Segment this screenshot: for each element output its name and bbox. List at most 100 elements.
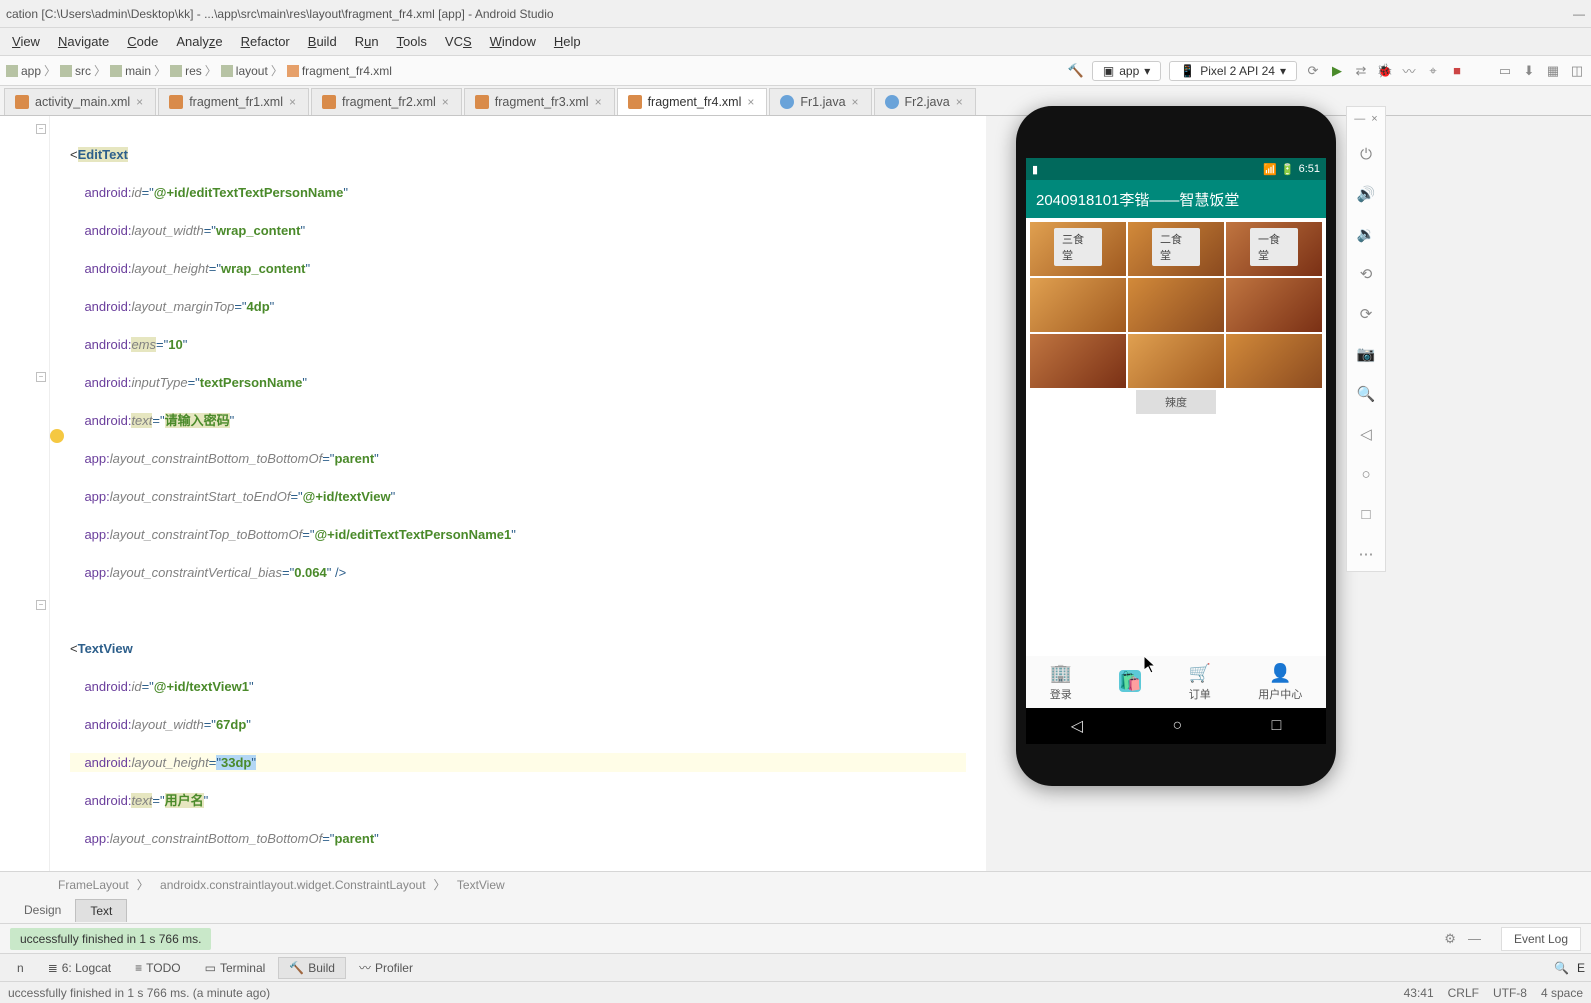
event-log-tab[interactable]: Event Log: [1501, 927, 1581, 951]
menu-window[interactable]: Window: [482, 31, 544, 52]
phone-screen[interactable]: ▮ 📶 🔋 6:51 2040918101李锴——智慧饭堂 三食堂 二食堂 一食…: [1026, 158, 1326, 744]
tab-fr1-java[interactable]: Fr1.java×: [769, 88, 871, 115]
building-icon: 🏢: [1050, 662, 1072, 684]
menu-vcs[interactable]: VCS: [437, 31, 480, 52]
hammer-build-icon[interactable]: 🔨: [1068, 63, 1084, 79]
tab-fragment-fr1[interactable]: fragment_fr1.xml×: [158, 88, 309, 115]
menu-refactor[interactable]: Refactor: [233, 31, 298, 52]
crumb-main[interactable]: main〉: [110, 62, 166, 79]
crumb-app[interactable]: app〉: [6, 62, 56, 79]
menu-view[interactable]: View: [4, 31, 48, 52]
run-icon[interactable]: ▶: [1329, 63, 1345, 79]
breadcrumb: app〉 src〉 main〉 res〉 layout〉 fragment_fr…: [6, 62, 392, 79]
spicy-button[interactable]: 辣度: [1136, 390, 1216, 414]
search-icon[interactable]: 🔍: [1554, 961, 1569, 975]
app-bottom-nav: 🏢登录 🛍️ 🛒订单 👤用户中心: [1026, 656, 1326, 708]
collapse-icon[interactable]: —: [1468, 931, 1481, 947]
menu-navigate[interactable]: Navigate: [50, 31, 117, 52]
crumb-res[interactable]: res〉: [170, 62, 217, 79]
bc-textview[interactable]: TextView: [449, 878, 513, 892]
canteen-chip-1[interactable]: 一食堂: [1226, 222, 1322, 276]
food-item[interactable]: [1226, 334, 1322, 388]
indent-setting[interactable]: 4 space: [1541, 986, 1583, 1000]
menu-analyze[interactable]: Analyze: [168, 31, 230, 52]
tab-fragment-fr3[interactable]: fragment_fr3.xml×: [464, 88, 615, 115]
profile-icon[interactable]: 〰: [1401, 63, 1417, 79]
menu-code[interactable]: Code: [119, 31, 166, 52]
sync-icon[interactable]: ⟳: [1305, 63, 1321, 79]
rotate-left-icon[interactable]: ⟲: [1355, 263, 1377, 285]
canteen-chip-3[interactable]: 三食堂: [1030, 222, 1126, 276]
gear-icon[interactable]: ⚙: [1444, 931, 1456, 947]
apply-changes-icon[interactable]: ⇄: [1353, 63, 1369, 79]
tab-fragment-fr2[interactable]: fragment_fr2.xml×: [311, 88, 462, 115]
tab-fr2-java[interactable]: Fr2.java×: [874, 88, 976, 115]
tool-build[interactable]: 🔨 Build: [278, 957, 346, 979]
nav-login[interactable]: 🏢登录: [1050, 662, 1072, 702]
expand-icon[interactable]: E: [1577, 961, 1585, 975]
code-editor[interactable]: − − − <EditText android:id="@+id/editTex…: [0, 116, 986, 871]
rotate-right-icon[interactable]: ⟳: [1355, 303, 1377, 325]
caret-position[interactable]: 43:41: [1404, 986, 1434, 1000]
stop-icon[interactable]: ■: [1449, 63, 1465, 79]
attach-debugger-icon[interactable]: ⌖: [1425, 63, 1441, 79]
food-item[interactable]: [1030, 334, 1126, 388]
camera-icon[interactable]: 📷: [1355, 343, 1377, 365]
recents-icon[interactable]: □: [1272, 717, 1282, 735]
fold-icon[interactable]: −: [36, 372, 46, 382]
menu-build[interactable]: Build: [300, 31, 345, 52]
run-config-selector[interactable]: ▣ app ▾: [1092, 61, 1161, 81]
close-icon[interactable]: ×: [1371, 113, 1377, 125]
bc-framelayout[interactable]: FrameLayout: [50, 878, 137, 892]
crumb-layout[interactable]: layout〉: [221, 62, 283, 79]
home-icon[interactable]: ○: [1172, 717, 1182, 735]
crumb-src[interactable]: src〉: [60, 62, 106, 79]
line-separator[interactable]: CRLF: [1448, 986, 1479, 1000]
tool-todo[interactable]: ≡ TODO: [124, 957, 191, 979]
nav-user[interactable]: 👤用户中心: [1258, 662, 1302, 702]
food-item[interactable]: [1128, 278, 1224, 332]
home-circle-icon[interactable]: ○: [1355, 463, 1377, 485]
power-icon[interactable]: ⏻: [1355, 143, 1377, 165]
overview-icon[interactable]: □: [1355, 503, 1377, 525]
nav-shop[interactable]: 🛍️: [1119, 670, 1141, 694]
menu-run[interactable]: Run: [347, 31, 387, 52]
bc-constraintlayout[interactable]: androidx.constraintlayout.widget.Constra…: [152, 878, 434, 892]
fold-icon[interactable]: −: [36, 600, 46, 610]
tab-activity-main[interactable]: activity_main.xml×: [4, 88, 156, 115]
device-selector[interactable]: 📱 Pixel 2 API 24 ▾: [1169, 61, 1297, 81]
tool-profiler[interactable]: 〰 Profiler: [348, 955, 424, 980]
tool-run[interactable]: n: [6, 957, 35, 979]
window-title-bar: cation [C:\Users\admin\Desktop\kk] - ...…: [0, 0, 1591, 28]
avd-manager-icon[interactable]: ▭: [1497, 63, 1513, 79]
tab-fragment-fr4[interactable]: fragment_fr4.xml×: [617, 88, 768, 115]
debug-icon[interactable]: 🐞: [1377, 63, 1393, 79]
back-icon[interactable]: ◁: [1071, 716, 1083, 736]
resource-manager-icon[interactable]: ◫: [1569, 63, 1585, 79]
tool-logcat[interactable]: ≣ 6: Logcat: [37, 957, 122, 979]
nav-orders[interactable]: 🛒订单: [1189, 662, 1211, 702]
minimize-icon[interactable]: —: [1573, 7, 1585, 21]
volume-down-icon[interactable]: 🔉: [1355, 223, 1377, 245]
back-icon[interactable]: ◁: [1355, 423, 1377, 445]
tab-design[interactable]: Design: [10, 899, 75, 922]
sdk-manager-icon[interactable]: ⬇: [1521, 63, 1537, 79]
canteen-chip-2[interactable]: 二食堂: [1128, 222, 1224, 276]
tab-text[interactable]: Text: [75, 899, 127, 922]
phone-system-nav: ◁ ○ □: [1026, 708, 1326, 744]
food-item[interactable]: [1128, 334, 1224, 388]
minimize-icon[interactable]: —: [1354, 113, 1365, 125]
volume-up-icon[interactable]: 🔊: [1355, 183, 1377, 205]
crumb-file[interactable]: fragment_fr4.xml: [287, 64, 392, 78]
food-item[interactable]: [1226, 278, 1322, 332]
food-item[interactable]: [1030, 278, 1126, 332]
menu-help[interactable]: Help: [546, 31, 589, 52]
code-text-area[interactable]: <EditText android:id="@+id/editTextTextP…: [50, 116, 986, 871]
zoom-icon[interactable]: 🔍: [1355, 383, 1377, 405]
more-icon[interactable]: ⋯: [1355, 543, 1377, 565]
file-encoding[interactable]: UTF-8: [1493, 986, 1527, 1000]
menu-tools[interactable]: Tools: [389, 31, 435, 52]
layout-inspector-icon[interactable]: ▦: [1545, 63, 1561, 79]
tool-terminal[interactable]: ▭ Terminal: [194, 957, 277, 979]
fold-icon[interactable]: −: [36, 124, 46, 134]
